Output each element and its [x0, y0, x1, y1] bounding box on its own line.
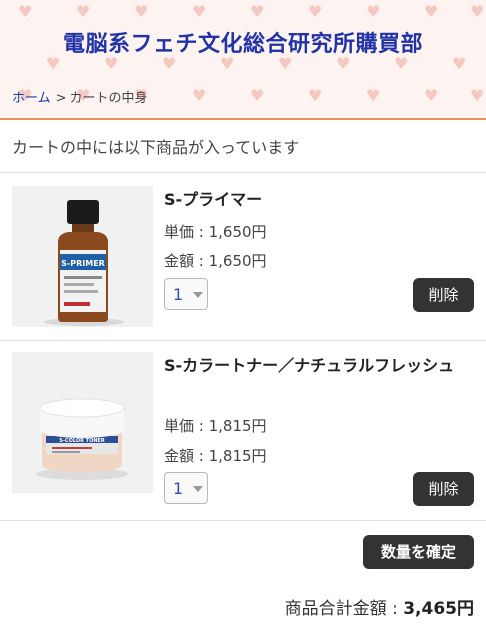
total-value: 3,465円	[403, 599, 474, 619]
quantity-select[interactable]: 1	[164, 472, 208, 504]
heart-icon: ♥	[424, 86, 439, 105]
heart-icon: ♥	[134, 2, 149, 21]
breadcrumb-current: カートの中身	[69, 91, 148, 106]
breadcrumb: ホーム > カートの中身	[12, 87, 148, 106]
heart-icon: ♥	[452, 54, 467, 73]
item-name[interactable]: S-プライマー	[164, 186, 464, 214]
product-image-color-toner[interactable]: S-COLOR TONER	[12, 352, 153, 493]
total-label: 商品合計金額 :	[284, 599, 404, 619]
heart-icon: ♥	[250, 2, 265, 21]
divider	[0, 340, 486, 341]
heart-icon: ♥	[308, 2, 323, 21]
heart-icon: ♥	[250, 86, 265, 105]
item-unit-price: 単価 : 1,650円	[164, 223, 267, 241]
cart-total: 商品合計金額 : 3,465円	[285, 594, 474, 619]
primer-bottle-label: S-PRIMER	[61, 259, 105, 268]
quantity-select[interactable]: 1	[164, 278, 208, 310]
toner-jar-image: S-COLOR TONER	[12, 352, 153, 493]
heart-icon: ♥	[76, 2, 91, 21]
heart-icon: ♥	[470, 86, 485, 105]
delete-button[interactable]: 削除	[413, 278, 474, 312]
heart-icon: ♥	[220, 54, 235, 73]
chevron-down-icon	[193, 486, 203, 492]
heart-icon: ♥	[18, 2, 33, 21]
site-title[interactable]: 電脳系フェチ文化総合研究所購買部	[0, 26, 486, 58]
quantity-value: 1	[173, 479, 184, 498]
heart-icon: ♥	[162, 54, 177, 73]
confirm-quantity-button[interactable]: 数量を確定	[363, 535, 474, 569]
heart-icon: ♥	[366, 86, 381, 105]
divider	[0, 520, 486, 521]
heart-icon: ♥	[424, 2, 439, 21]
heart-icon: ♥	[336, 54, 351, 73]
toner-jar-label: S-COLOR TONER	[59, 438, 105, 444]
heart-icon: ♥	[192, 2, 207, 21]
breadcrumb-separator: >	[55, 91, 67, 106]
cart-intro-text: カートの中には以下商品が入っています	[12, 138, 300, 157]
quantity-value: 1	[173, 285, 184, 304]
breadcrumb-home-link[interactable]: ホーム	[12, 91, 51, 106]
divider	[0, 172, 486, 173]
heart-icon: ♥	[366, 2, 381, 21]
heart-icon: ♥	[308, 86, 323, 105]
product-image-primer[interactable]: S-PRIMER	[12, 186, 153, 327]
item-name[interactable]: S-カラートナー／ナチュラルフレッシュ	[164, 352, 464, 380]
item-unit-price: 単価 : 1,815円	[164, 417, 267, 435]
delete-button[interactable]: 削除	[413, 472, 474, 506]
heart-icon: ♥	[394, 54, 409, 73]
heart-icon: ♥	[470, 2, 485, 21]
site-header: ♥♥♥♥♥♥♥♥♥♥♥♥♥♥♥♥♥♥♥♥♥♥♥♥♥♥♥ 電脳系フェチ文化総合研究…	[0, 0, 486, 120]
primer-bottle-image: S-PRIMER	[12, 186, 153, 327]
item-subtotal: 金額 : 1,815円	[164, 447, 267, 465]
heart-icon: ♥	[46, 54, 61, 73]
heart-icon: ♥	[104, 54, 119, 73]
chevron-down-icon	[193, 292, 203, 298]
heart-icon: ♥	[192, 86, 207, 105]
heart-icon: ♥	[278, 54, 293, 73]
item-subtotal: 金額 : 1,650円	[164, 252, 267, 270]
